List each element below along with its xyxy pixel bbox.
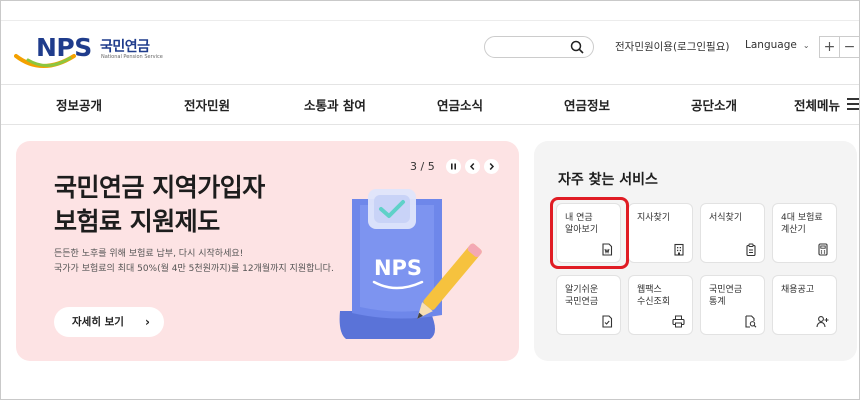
more-details-button[interactable]: 자세히 보기 › (54, 307, 164, 337)
search-icon[interactable] (570, 40, 584, 54)
nav-item-about[interactable]: 공단소개 (691, 95, 737, 114)
nav-item-e-service[interactable]: 전자민원 (184, 95, 230, 114)
chevron-down-icon: ⌄ (802, 41, 810, 50)
service-pension-statistics[interactable]: 국민연금 통계 (700, 275, 765, 335)
banner-desc-line: 국가가 보험료의 최대 50%(월 4만 5천원까지)를 12개월까지 지원합니… (54, 264, 334, 274)
service-find-forms[interactable]: 서식찾기 (700, 203, 765, 263)
nav-item-pension-info[interactable]: 연금정보 (564, 95, 610, 114)
chevron-left-icon (469, 162, 475, 171)
nav-divider (1, 84, 859, 85)
services-title: 자주 찾는 서비스 (558, 172, 658, 188)
nav-divider (1, 124, 859, 125)
service-job-posting[interactable]: 채용공고 (772, 275, 837, 335)
pause-button[interactable] (446, 159, 461, 174)
printer-icon (672, 315, 685, 328)
nav-item-news[interactable]: 연금소식 (437, 95, 483, 114)
chevron-right-icon (489, 162, 495, 171)
service-webfax[interactable]: 웹팩스 수신조회 (628, 275, 693, 335)
document-check-icon (602, 315, 613, 328)
top-bar (1, 1, 859, 21)
nps-logo[interactable]: NPS 국민연금 National Pension Service (14, 30, 174, 74)
slide-pager: 3 / 5 (410, 160, 435, 173)
banner-title: 국민연금 지역가입자 보험료 지원제도 (54, 171, 265, 239)
clipboard-icon (746, 243, 756, 256)
civil-service-link[interactable]: 전자민원이용(로그인필요) (615, 39, 729, 54)
zoom-in-button[interactable]: + (819, 36, 839, 58)
person-add-icon (816, 316, 829, 328)
calculator-icon (818, 243, 828, 256)
service-find-branch[interactable]: 지사찾기 (628, 203, 693, 263)
service-label: 채용공고 (781, 285, 815, 295)
service-label: 지사찾기 (637, 213, 671, 223)
nav-item-all-menu[interactable]: 전체메뉴 (794, 95, 840, 114)
chevron-right-icon: › (145, 315, 150, 329)
nps-document-illustration: NPS (339, 189, 482, 339)
search-input[interactable] (484, 36, 594, 58)
banner-title-line: 보험료 지원제도 (54, 207, 220, 236)
illustration-badge-text: NPS (374, 256, 422, 280)
more-details-label: 자세히 보기 (72, 316, 124, 328)
banner-description: 든든한 노후를 위해 보험료 납부, 다시 시작하세요! 국가가 보험료의 최대… (54, 247, 334, 277)
next-slide-button[interactable] (484, 159, 499, 174)
banner-desc-line: 든든한 노후를 위해 보험료 납부, 다시 시작하세요! (54, 249, 244, 259)
banner-title-line: 국민연금 지역가입자 (54, 173, 265, 202)
nav-item-info[interactable]: 정보공개 (56, 95, 102, 114)
service-easy-pension[interactable]: 알기쉬운 국민연금 (556, 275, 621, 335)
pause-icon (451, 163, 456, 170)
service-label: 4대 보험료 계산기 (781, 213, 823, 235)
hero-banner: 국민연금 지역가입자 보험료 지원제도 든든한 노후를 위해 보험료 납부, 다… (16, 141, 519, 361)
logo-korean-text: 국민연금 (100, 39, 150, 55)
highlight-box (550, 197, 629, 269)
zoom-out-button[interactable]: − (839, 36, 859, 58)
nav-item-communication[interactable]: 소통과 참여 (304, 95, 366, 114)
language-select[interactable]: Language ⌄ (745, 39, 810, 51)
document-search-icon (745, 315, 757, 328)
hamburger-menu-icon[interactable] (847, 98, 859, 113)
logo-english-text: National Pension Service (101, 54, 163, 60)
logo-text: NPS (36, 33, 92, 62)
service-label: 서식찾기 (709, 213, 743, 223)
prev-slide-button[interactable] (465, 159, 480, 174)
language-label: Language (745, 39, 797, 51)
service-insurance-calculator[interactable]: 4대 보험료 계산기 (772, 203, 837, 263)
building-icon (674, 243, 684, 256)
service-label: 웹팩스 수신조회 (637, 285, 671, 307)
service-label: 국민연금 통계 (709, 285, 743, 307)
service-label: 알기쉬운 국민연금 (565, 285, 599, 307)
